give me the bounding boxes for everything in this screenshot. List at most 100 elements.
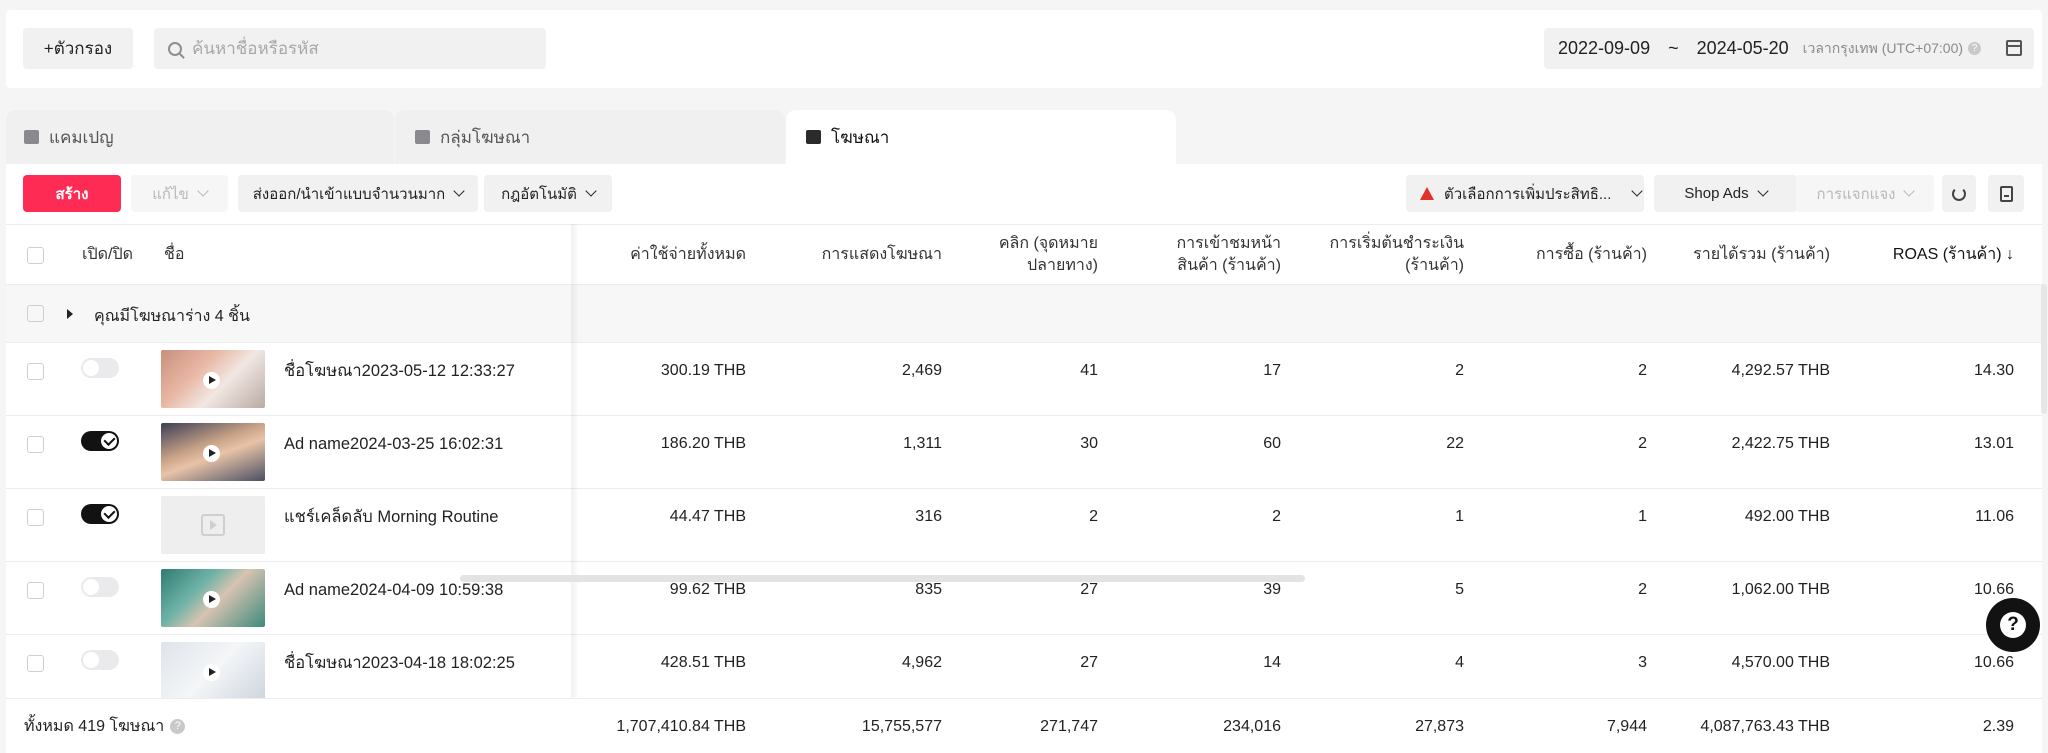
table-row[interactable]: ชื่อโฆษณา2023-05-12 12:33:27 300.19 THB 2,… bbox=[6, 342, 2042, 415]
ad-name[interactable]: ชื่อโฆษณา2023-04-18 18:02:25 bbox=[284, 635, 515, 691]
column-initiate-checkout[interactable]: การเริ่มต้นชำระเงิน (ร้านค้า) bbox=[1281, 225, 1464, 285]
ad-name[interactable]: Ad name2024-04-09 10:59:38 bbox=[284, 562, 503, 618]
video-placeholder-icon bbox=[201, 514, 225, 536]
column-label-line2: สินค้า (ร้านค้า) bbox=[1177, 257, 1281, 274]
column-clicks[interactable]: คลิก (จุดหมาย ปลายทาง) bbox=[942, 225, 1098, 285]
column-onoff: เปิด/ปิด bbox=[82, 225, 133, 285]
column-name[interactable]: ชื่อ bbox=[164, 225, 184, 285]
cell-value: 4,292.57 THB bbox=[1731, 362, 1830, 379]
checkbox[interactable] bbox=[27, 435, 44, 453]
ad-name[interactable]: แชร์เคล็ดลับ Morning Routine bbox=[284, 489, 498, 545]
download-icon bbox=[1999, 185, 2013, 202]
cell-revenue: 4,570.00 THB bbox=[1647, 635, 1830, 691]
play-icon bbox=[203, 591, 220, 608]
draft-checkbox[interactable] bbox=[27, 305, 44, 322]
download-button[interactable] bbox=[1988, 175, 2024, 212]
column-spend[interactable]: ค่าใช้จ่ายทั้งหมด bbox=[566, 225, 746, 285]
cell-clicks: 2 bbox=[942, 489, 1098, 545]
ad-thumbnail[interactable] bbox=[161, 496, 265, 554]
vertical-scrollbar[interactable] bbox=[2041, 284, 2047, 414]
tab-ad-group[interactable]: กลุ่มโฆษณา bbox=[395, 110, 785, 164]
cell-product-page-views: 39 bbox=[1098, 562, 1281, 618]
timezone-help-icon[interactable]: ? bbox=[1968, 42, 1982, 55]
table-row[interactable]: Ad name2024-04-09 10:59:38 99.62 THB 835 27… bbox=[6, 561, 2042, 634]
row-checkbox[interactable] bbox=[27, 416, 44, 472]
breakdown-dropdown[interactable]: การแจกแจง bbox=[1796, 175, 1934, 212]
cell-value: 1 bbox=[1455, 508, 1464, 525]
checkbox[interactable] bbox=[27, 362, 44, 380]
shop-ads-label: Shop Ads bbox=[1684, 185, 1749, 202]
cell-purchases: 3 bbox=[1464, 635, 1647, 691]
help-center-button[interactable]: ? bbox=[1986, 598, 2040, 652]
row-checkbox[interactable] bbox=[27, 562, 44, 618]
ad-status-toggle[interactable] bbox=[81, 358, 119, 378]
column-label: การซื้อ (ร้านค้า) bbox=[1535, 246, 1647, 263]
column-impressions[interactable]: การแสดงโฆษณา bbox=[746, 225, 942, 285]
cell-product-page-views: 2 bbox=[1098, 489, 1281, 545]
row-checkbox[interactable] bbox=[27, 343, 44, 399]
draft-ads-row[interactable]: คุณมีโฆษณาร่าง 4 ชิ้น bbox=[6, 284, 2042, 342]
table-row[interactable]: Ad name2024-03-25 16:02:31 186.20 THB 1,31… bbox=[6, 415, 2042, 488]
date-range-picker[interactable]: 2022-09-09 ~ 2024-05-20 เวลากรุงเทพ (UTC… bbox=[1544, 28, 2034, 69]
refresh-button[interactable] bbox=[1942, 175, 1976, 212]
add-filter-button[interactable]: +ตัวกรอง bbox=[23, 28, 133, 69]
column-product-page-views[interactable]: การเข้าชมหน้า สินค้า (ร้านค้า) bbox=[1098, 225, 1281, 285]
tab-ad[interactable]: โฆษณา bbox=[786, 110, 1176, 164]
ad-status-toggle[interactable] bbox=[81, 577, 119, 597]
optimize-label: ตัวเลือกการเพิ่มประสิทธิ... bbox=[1444, 185, 1612, 203]
column-purchases[interactable]: การซื้อ (ร้านค้า) bbox=[1464, 225, 1647, 285]
total-value: 2.39 bbox=[1982, 717, 2014, 735]
calendar-icon[interactable] bbox=[2006, 40, 2022, 56]
ad-thumbnail[interactable] bbox=[161, 423, 265, 481]
cell-clicks: 27 bbox=[942, 562, 1098, 618]
checkbox[interactable] bbox=[27, 654, 44, 672]
table-row[interactable]: แชร์เคล็ดลับ Morning Routine 44.47 THB 316… bbox=[6, 488, 2042, 561]
optimization-options-dropdown[interactable]: ตัวเลือกการเพิ่มประสิทธิ... bbox=[1406, 175, 1644, 212]
help-icon[interactable]: ? bbox=[170, 719, 186, 734]
cell-value: 2 bbox=[1272, 508, 1281, 525]
date-end[interactable]: 2024-05-20 bbox=[1697, 38, 1789, 59]
cell-impressions: 4,962 bbox=[746, 635, 942, 691]
ad-status-toggle[interactable] bbox=[81, 504, 119, 524]
ad-name[interactable]: ชื่อโฆษณา2023-05-12 12:33:27 bbox=[284, 343, 515, 399]
cell-value: 2 bbox=[1089, 508, 1098, 525]
ad-name-text: แชร์เคล็ดลับ Morning Routine bbox=[284, 508, 499, 526]
checkbox[interactable] bbox=[27, 305, 44, 322]
tab-campaign[interactable]: แคมเปญ bbox=[6, 110, 394, 164]
ad-thumbnail[interactable] bbox=[161, 569, 265, 627]
checkbox[interactable] bbox=[27, 508, 44, 526]
cell-roas: 14.30 bbox=[1830, 343, 2014, 399]
create-button[interactable]: สร้าง bbox=[23, 175, 121, 212]
shop-ads-dropdown[interactable]: Shop Ads bbox=[1654, 175, 1797, 212]
table-row[interactable]: ชื่อโฆษณา2023-04-18 18:02:25 428.51 THB 4,… bbox=[6, 634, 2042, 707]
expand-caret-icon[interactable] bbox=[67, 309, 73, 319]
row-checkbox[interactable] bbox=[27, 489, 44, 545]
ads-table-card: สร้าง แก้ไข ส่งออก/นำเข้าแบบจำนวนมาก กฎอ… bbox=[6, 164, 2047, 753]
total-purchases: 7,944 bbox=[1464, 699, 1647, 753]
bulk-import-export-dropdown[interactable]: ส่งออก/นำเข้าแบบจำนวนมาก bbox=[238, 175, 478, 212]
ad-thumbnail[interactable] bbox=[161, 350, 265, 408]
ad-status-toggle[interactable] bbox=[81, 650, 119, 670]
edit-dropdown[interactable]: แก้ไข bbox=[131, 175, 228, 212]
search-input[interactable]: ค้นหาชื่อหรือรหัส bbox=[154, 28, 546, 69]
tab-label: กลุ่มโฆษณา bbox=[440, 127, 531, 147]
column-revenue[interactable]: รายได้รวม (ร้านค้า) bbox=[1647, 225, 1830, 285]
date-start[interactable]: 2022-09-09 bbox=[1558, 38, 1650, 59]
horizontal-scrollbar[interactable] bbox=[460, 575, 1305, 582]
date-separator: ~ bbox=[1668, 38, 1679, 58]
select-all-checkbox[interactable] bbox=[27, 225, 44, 285]
chevron-down-icon bbox=[1631, 185, 1644, 197]
row-checkbox[interactable] bbox=[27, 635, 44, 691]
total-value: 27,873 bbox=[1415, 717, 1464, 735]
column-roas[interactable]: ROAS (ร้านค้า) ↓ bbox=[1830, 225, 2014, 285]
auto-rules-dropdown[interactable]: กฎอัตโนมัติ bbox=[484, 175, 612, 212]
checkbox[interactable] bbox=[27, 581, 44, 599]
cell-value: 4,570.00 THB bbox=[1731, 654, 1830, 671]
ad-name[interactable]: Ad name2024-03-25 16:02:31 bbox=[284, 416, 503, 472]
cell-value: 300.19 THB bbox=[660, 362, 746, 379]
ad-name-text: Ad name2024-04-09 10:59:38 bbox=[284, 580, 504, 599]
ad-status-toggle[interactable] bbox=[81, 431, 119, 451]
ad-thumbnail[interactable] bbox=[161, 642, 265, 700]
checkbox[interactable] bbox=[27, 246, 44, 264]
cell-value: 10.66 bbox=[1973, 581, 2014, 598]
